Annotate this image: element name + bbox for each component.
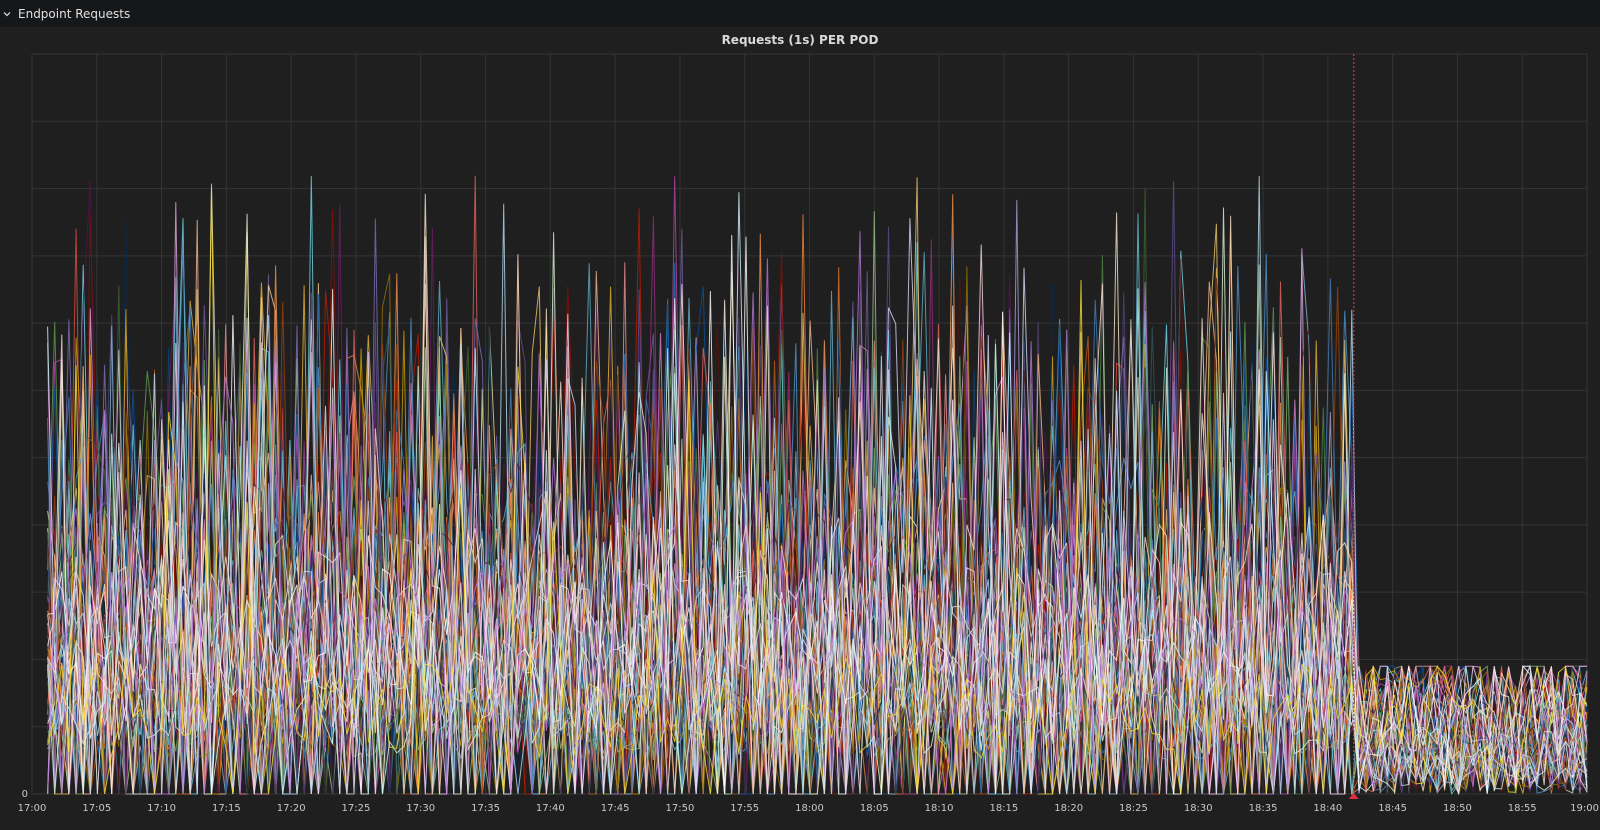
chevron-down-icon <box>3 11 11 16</box>
x-tick-label: 18:35 <box>1249 803 1278 814</box>
x-tick-label: 17:10 <box>147 803 176 814</box>
x-tick-label: 17:20 <box>277 803 306 814</box>
row-header: Endpoint Requests <box>0 0 1600 28</box>
row-title: Endpoint Requests <box>18 6 131 21</box>
x-tick-label: 18:45 <box>1378 803 1407 814</box>
x-tick-label: 17:05 <box>82 803 111 814</box>
x-tick-label: 17:25 <box>342 803 371 814</box>
x-tick-label: 18:40 <box>1313 803 1342 814</box>
x-tick-label: 18:20 <box>1054 803 1083 814</box>
x-tick-label: 18:25 <box>1119 803 1148 814</box>
x-tick-label: 18:50 <box>1443 803 1472 814</box>
graph-panel: 17:00 17:05 17:10 17:15 17:20 17:25 17:30 17:35… <box>0 28 1600 830</box>
x-tick-label: 18:05 <box>860 803 889 814</box>
x-tick-label: 17:45 <box>601 803 630 814</box>
x-tick-label: 17:00 <box>18 803 47 814</box>
x-tick-label: 18:30 <box>1184 803 1213 814</box>
panel-title[interactable]: Requests (1s) PER POD <box>0 33 1600 47</box>
x-tick-label: 18:55 <box>1508 803 1537 814</box>
x-tick-label: 17:30 <box>406 803 435 814</box>
line-chart: 17:00 17:05 17:10 17:15 17:20 17:25 17:30 17:35… <box>18 53 1599 814</box>
x-tick-label: 17:15 <box>212 803 241 814</box>
row-collapse-toggle[interactable]: Endpoint Requests <box>0 0 130 27</box>
x-tick-label: 17:35 <box>471 803 500 814</box>
x-tick-label: 18:10 <box>925 803 954 814</box>
x-tick-label: 18:15 <box>989 803 1018 814</box>
x-tick-label: 17:50 <box>666 803 695 814</box>
x-tick-label: 18:00 <box>795 803 824 814</box>
series-group <box>47 175 1588 796</box>
y-tick-label: 0 <box>22 789 28 800</box>
x-tick-label: 17:55 <box>730 803 759 814</box>
x-tick-label: 17:40 <box>536 803 565 814</box>
x-tick-label: 19:00 <box>1570 803 1599 814</box>
